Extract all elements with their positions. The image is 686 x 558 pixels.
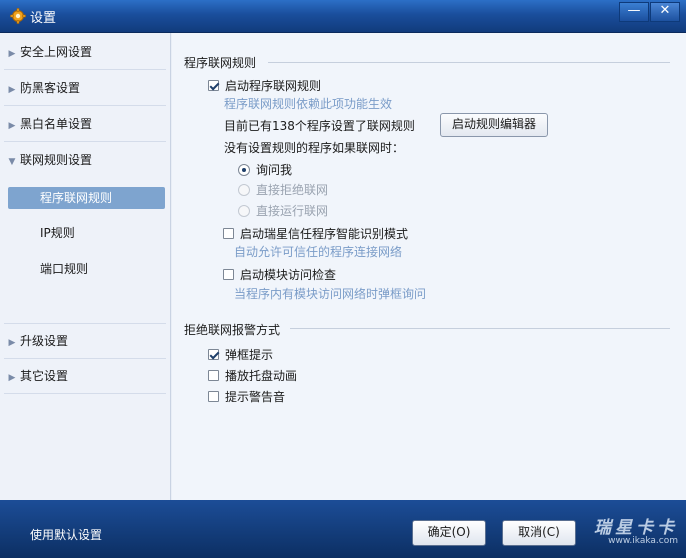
cancel-button[interactable]: 取消(C) <box>502 520 576 546</box>
launch-rule-editor-button[interactable]: 启动规则编辑器 <box>440 113 548 137</box>
sidebar-subitem-port-rules[interactable]: 端口规则 <box>8 258 165 280</box>
chevron-right-icon: ▶ <box>8 85 16 95</box>
watermark-logo: 瑞星卡卡 www.ikaka.com <box>594 513 678 546</box>
radio-label: 直接拒绝联网 <box>256 183 329 197</box>
radio-label: 询问我 <box>256 163 293 177</box>
ok-button[interactable]: 确定(O) <box>412 520 486 546</box>
checkbox-box[interactable] <box>208 391 219 402</box>
checkbox-label: 提示警告音 <box>225 390 286 404</box>
watermark-title: 瑞星卡卡 <box>594 518 678 538</box>
no-rule-prompt: 没有设置规则的程序如果联网时： <box>224 141 405 155</box>
settings-panel: 程序联网规则 启动程序联网规则 程序联网规则依赖此项功能生效 目前已有138个程… <box>172 33 686 500</box>
radio-button[interactable] <box>238 163 250 176</box>
sidebar-subitem-program-rules[interactable]: 程序联网规则 <box>8 187 165 209</box>
chevron-down-icon: ▼ <box>8 157 16 167</box>
radio-ask-me[interactable]: 询问我 <box>238 161 292 178</box>
radio-button <box>238 204 250 217</box>
checkbox-label: 启动程序联网规则 <box>225 79 322 93</box>
sidebar-item-label: 安全上网设置 <box>20 45 93 59</box>
trusted-mode-checkbox[interactable]: 启动瑞星信任程序智能识别模式 <box>223 225 408 242</box>
chevron-right-icon: ▶ <box>8 338 16 348</box>
content-area: ▶ 安全上网设置 ▶ 防黑客设置 ▶ 黑白名单设置 ▼ 联网规则设置 程序联网规则 IP… <box>0 33 686 500</box>
module-check-hint: 当程序内有模块访问网络时弹框询问 <box>234 287 427 301</box>
checkbox-box[interactable] <box>208 80 219 91</box>
chevron-right-icon: ▶ <box>8 121 16 131</box>
sidebar-item-label: 防黑客设置 <box>20 81 81 95</box>
minimize-button[interactable]: — <box>619 2 649 22</box>
radio-deny-network: 直接拒绝联网 <box>238 181 328 198</box>
sidebar-item-label: 黑白名单设置 <box>20 117 93 131</box>
checkbox-label: 弹框提示 <box>225 348 274 362</box>
close-button[interactable]: ✕ <box>650 2 680 22</box>
radio-button <box>238 183 250 196</box>
sidebar-item-other[interactable]: ▶ 其它设置 <box>4 359 166 394</box>
chevron-right-icon: ▶ <box>8 49 16 59</box>
footer-bar: 使用默认设置 确定(O) 取消(C) 瑞星卡卡 www.ikaka.com <box>0 500 686 558</box>
title-bar: 设置 — ✕ <box>0 0 686 33</box>
section-title-program-rules: 程序联网规则 <box>184 56 257 70</box>
section-divider <box>290 328 670 329</box>
sidebar-item-upgrade[interactable]: ▶ 升级设置 <box>4 323 166 359</box>
window-title: 设置 <box>30 11 57 26</box>
warning-sound-checkbox[interactable]: 提示警告音 <box>208 388 285 405</box>
sidebar-item-label: 联网规则设置 <box>20 153 93 167</box>
trusted-mode-hint: 自动允许可信任的程序连接网络 <box>234 245 403 259</box>
gear-icon <box>10 8 26 24</box>
radio-label: 直接运行联网 <box>256 204 329 218</box>
checkbox-box[interactable] <box>223 269 234 280</box>
sidebar-item-label: 其它设置 <box>20 369 69 383</box>
use-default-settings-link[interactable]: 使用默认设置 <box>30 526 102 543</box>
rule-count-text: 目前已有138个程序设置了联网规则 <box>224 119 415 133</box>
sidebar-item-label: 升级设置 <box>20 334 69 348</box>
checkbox-label: 启动瑞星信任程序智能识别模式 <box>240 227 409 241</box>
enable-rules-hint: 程序联网规则依赖此项功能生效 <box>224 97 393 111</box>
sidebar-item-anti-hacker[interactable]: ▶ 防黑客设置 <box>4 71 166 106</box>
chevron-right-icon: ▶ <box>8 373 16 383</box>
checkbox-label: 启动模块访问检查 <box>240 268 337 282</box>
section-title-alert-mode: 拒绝联网报警方式 <box>184 323 281 337</box>
checkbox-box[interactable] <box>223 228 234 239</box>
alert-popup-checkbox[interactable]: 弹框提示 <box>208 346 273 363</box>
sidebar: ▶ 安全上网设置 ▶ 防黑客设置 ▶ 黑白名单设置 ▼ 联网规则设置 程序联网规则 IP… <box>0 33 171 500</box>
sidebar-item-safe-browsing[interactable]: ▶ 安全上网设置 <box>4 35 166 70</box>
tray-animation-checkbox[interactable]: 播放托盘动画 <box>208 367 297 384</box>
section-divider <box>268 62 670 63</box>
checkbox-box[interactable] <box>208 349 219 360</box>
checkbox-label: 播放托盘动画 <box>225 369 298 383</box>
sidebar-item-network-rules[interactable]: ▼ 联网规则设置 <box>4 143 166 177</box>
sidebar-subitem-ip-rules[interactable]: IP规则 <box>8 222 165 244</box>
enable-rules-checkbox[interactable]: 启动程序联网规则 <box>208 77 321 94</box>
radio-allow-network: 直接运行联网 <box>238 202 328 219</box>
sidebar-item-black-white-list[interactable]: ▶ 黑白名单设置 <box>4 107 166 142</box>
checkbox-box[interactable] <box>208 370 219 381</box>
module-check-checkbox[interactable]: 启动模块访问检查 <box>223 266 336 283</box>
